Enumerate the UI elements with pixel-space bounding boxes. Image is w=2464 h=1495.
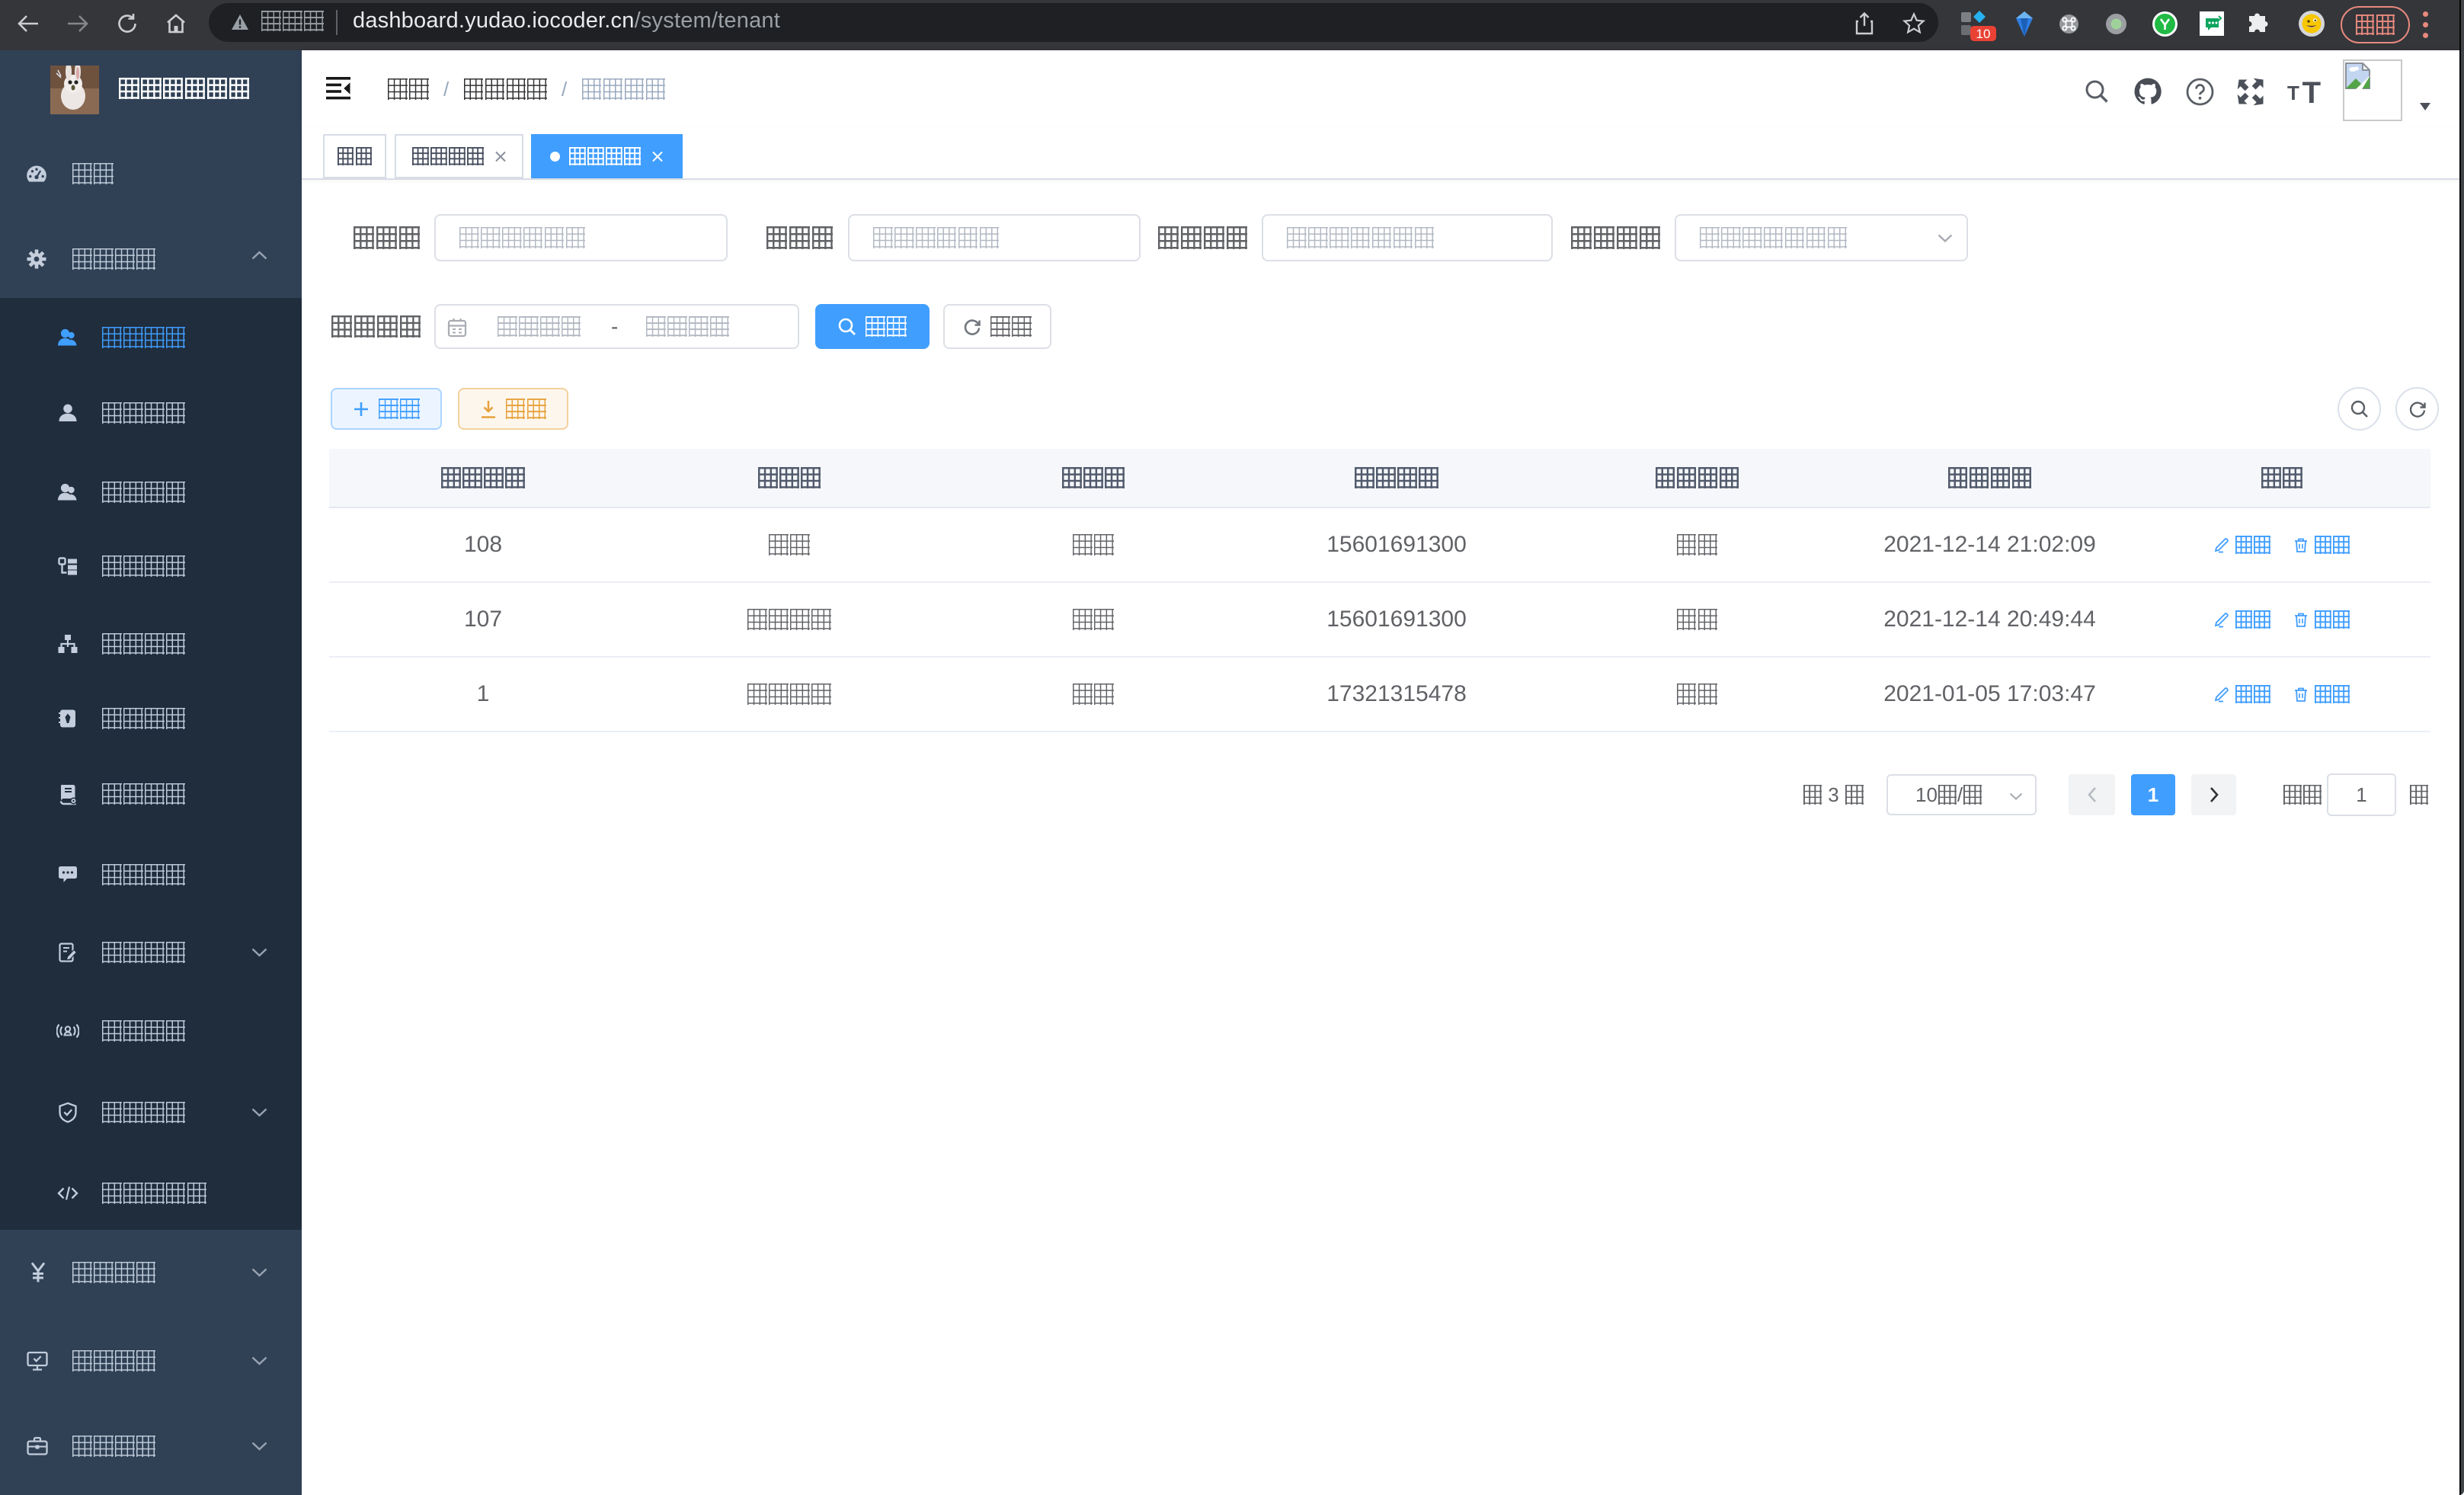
svg-text:10: 10 — [1976, 27, 1991, 41]
